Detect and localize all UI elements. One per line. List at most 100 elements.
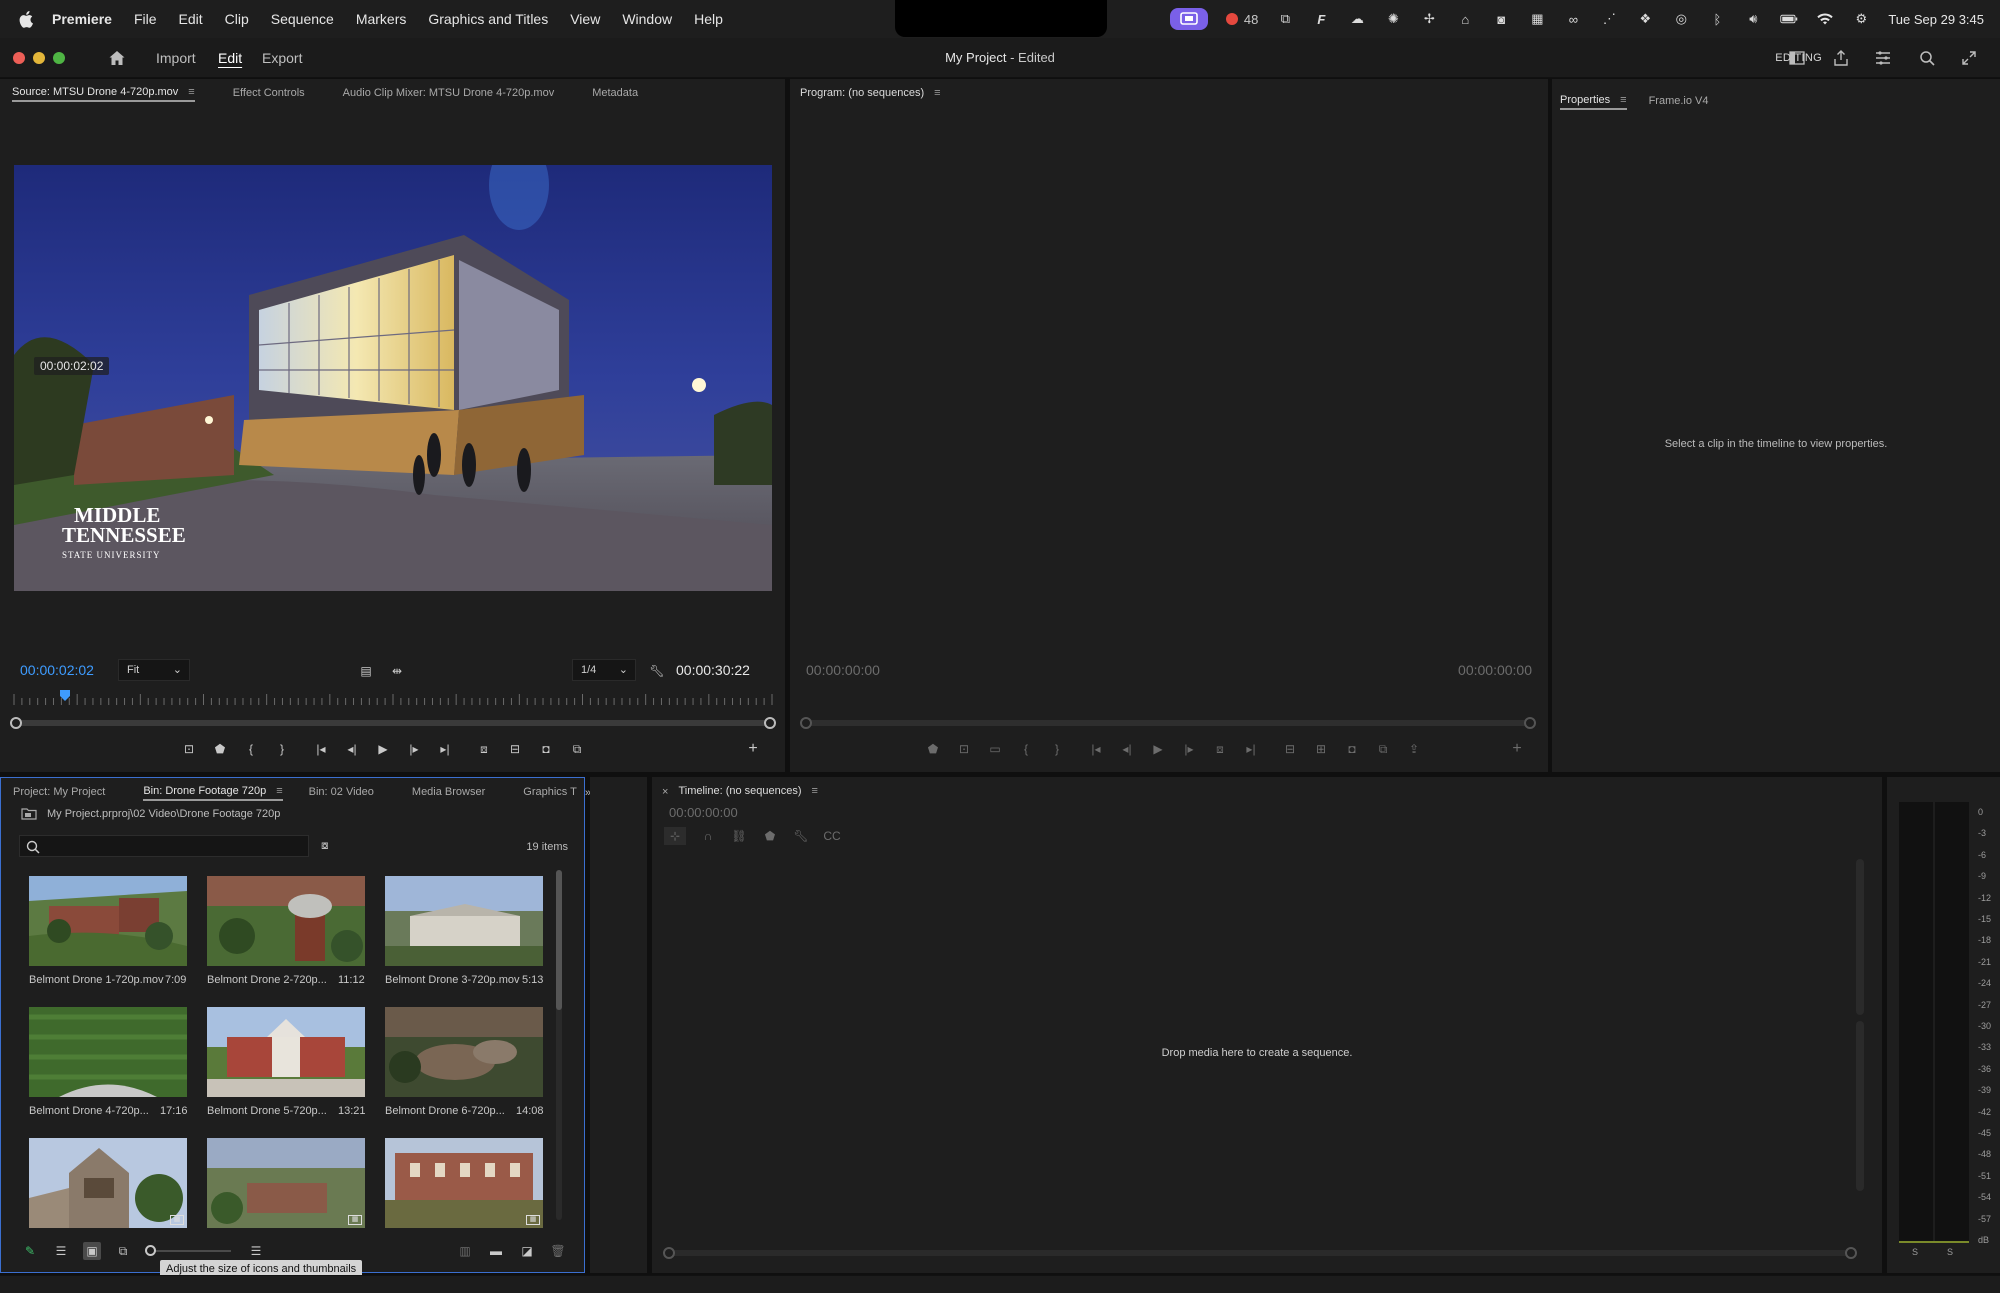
timeline-horizontal-scrollbar[interactable] xyxy=(663,1247,1857,1259)
clip-thumbnail-3[interactable] xyxy=(385,876,543,966)
tab-timeline[interactable]: Timeline: (no sequences) ≡ xyxy=(678,785,818,799)
fullscreen-icon[interactable] xyxy=(1960,49,1978,67)
export-frame-icon[interactable]: ◘ xyxy=(537,740,555,758)
mark-in-icon[interactable]: { xyxy=(242,740,260,758)
scrollbar-left-handle[interactable] xyxy=(800,717,812,729)
extract-icon[interactable]: ⊞ xyxy=(1312,740,1330,758)
tab-export[interactable]: Export xyxy=(262,50,302,66)
tab-project[interactable]: Project: My Project xyxy=(13,786,105,800)
video-tracks-scrollbar[interactable] xyxy=(1856,859,1864,1015)
menu-markers[interactable]: Markers xyxy=(356,11,407,27)
tab-program[interactable]: Program: (no sequences) ≡ xyxy=(800,87,941,101)
clip-thumbnail-1[interactable] xyxy=(29,876,187,966)
button-editor-plus-icon[interactable]: + xyxy=(744,740,762,758)
clip-thumbnail-8[interactable]: ▦ xyxy=(207,1138,365,1228)
list-view-icon[interactable]: ☰ xyxy=(52,1242,70,1260)
source-current-timecode[interactable]: 00:00:02:02 xyxy=(20,662,94,678)
menu-edit[interactable]: Edit xyxy=(179,11,203,27)
step-forward-icon[interactable]: |▸ xyxy=(405,740,423,758)
tab-import[interactable]: Import xyxy=(156,50,196,66)
camera-app-icon[interactable]: ◙ xyxy=(1492,11,1510,27)
panel-menu-icon[interactable]: ≡ xyxy=(812,785,818,797)
tab-graphics-templates[interactable]: Graphics T xyxy=(523,786,577,800)
panel-menu-icon[interactable]: ≡ xyxy=(188,86,194,98)
scrollbar-right-handle[interactable] xyxy=(1524,717,1536,729)
add-marker-icon[interactable]: ⬟ xyxy=(924,740,942,758)
layout-icon[interactable]: ▦ xyxy=(1528,11,1546,27)
bin-scrollbar-thumb[interactable] xyxy=(556,870,562,1010)
solo-right-button[interactable]: S xyxy=(1947,1247,1953,1257)
airdrop-icon[interactable]: ◎ xyxy=(1672,11,1690,27)
progress-dashboard-icon[interactable] xyxy=(1874,49,1892,67)
source-playhead[interactable] xyxy=(59,690,70,701)
home-icon[interactable] xyxy=(108,49,126,67)
clip-thumbnail-9[interactable]: ▦ xyxy=(385,1138,543,1228)
multicam-icon[interactable]: ⧉ xyxy=(1374,740,1392,758)
menu-window[interactable]: Window xyxy=(622,11,672,27)
clip-thumbnail-6[interactable] xyxy=(385,1007,543,1097)
program-zoom-scrollbar[interactable] xyxy=(800,717,1536,729)
apple-menu-icon[interactable] xyxy=(18,10,36,28)
control-center-icon[interactable]: ⚙ xyxy=(1852,11,1870,27)
workspace-panel-icon[interactable] xyxy=(1788,49,1806,67)
panel-menu-icon[interactable]: ≡ xyxy=(934,87,940,99)
captions-icon[interactable]: CC xyxy=(823,827,841,845)
automate-to-sequence-icon[interactable]: ▥ xyxy=(456,1242,474,1260)
safe-margins-icon[interactable]: ⧉ xyxy=(568,740,586,758)
menu-sequence[interactable]: Sequence xyxy=(271,11,334,27)
export-frame-icon[interactable]: ◘ xyxy=(1343,740,1361,758)
play-icon[interactable]: ▶ xyxy=(374,740,392,758)
comparison-view-icon[interactable]: ▭ xyxy=(986,740,1004,758)
menu-file[interactable]: File xyxy=(134,11,157,27)
tab-properties[interactable]: Properties ≡ xyxy=(1560,94,1627,110)
drag-video-audio-icon[interactable]: ⇹ xyxy=(388,662,406,680)
clip-thumbnail-5[interactable] xyxy=(207,1007,365,1097)
mark-out-icon[interactable]: } xyxy=(273,740,291,758)
freeform-view-icon[interactable]: ⧉ xyxy=(114,1242,132,1260)
trim-icon[interactable]: ⧈ xyxy=(1211,740,1229,758)
insert-overlay-icon[interactable]: ⊡ xyxy=(955,740,973,758)
scrollbar-left-handle[interactable] xyxy=(663,1247,675,1259)
bin-vertical-scrollbar[interactable] xyxy=(556,870,562,1220)
icon-view-icon[interactable]: ▣ xyxy=(83,1242,101,1260)
menu-view[interactable]: View xyxy=(570,11,600,27)
insert-icon[interactable]: ⧈ xyxy=(475,740,493,758)
share-icon[interactable] xyxy=(1832,49,1850,67)
tab-media-browser[interactable]: Media Browser xyxy=(412,786,485,800)
tab-effect-controls[interactable]: Effect Controls xyxy=(233,87,305,101)
add-marker-icon[interactable]: ⬟ xyxy=(211,740,229,758)
quick-export-icon[interactable]: ⇪ xyxy=(1405,740,1423,758)
thumbnail-size-slider[interactable] xyxy=(145,1242,233,1260)
wrench-settings-icon[interactable]: 🔧︎ xyxy=(648,662,666,680)
sparkle-icon[interactable]: ✺ xyxy=(1384,11,1402,27)
battery-icon[interactable] xyxy=(1780,11,1798,27)
insert-overlay-icon[interactable]: ⊡ xyxy=(180,740,198,758)
creative-cloud-icon[interactable]: ∞ xyxy=(1564,11,1582,27)
menu-graphics-and-titles[interactable]: Graphics and Titles xyxy=(428,11,548,27)
settings-panel-icon[interactable]: ▤ xyxy=(357,662,375,680)
pinwheel-icon[interactable]: ✢ xyxy=(1420,11,1438,27)
screenshot-icon[interactable]: ⧉ xyxy=(1276,11,1294,27)
screen-record-icon[interactable] xyxy=(1169,8,1208,30)
go-to-out-icon[interactable]: ▸| xyxy=(436,740,454,758)
scrollbar-right-handle[interactable] xyxy=(764,717,776,729)
volume-icon[interactable]: 🔊︎ xyxy=(1744,11,1762,27)
step-back-icon[interactable]: ◂| xyxy=(1118,740,1136,758)
bluetooth-icon[interactable]: ᛒ xyxy=(1708,11,1726,27)
app-menu-premiere[interactable]: Premiere xyxy=(52,11,112,27)
step-forward-icon[interactable]: |▸ xyxy=(1180,740,1198,758)
scrollbar-right-handle[interactable] xyxy=(1845,1247,1857,1259)
new-search-bin-icon[interactable]: ⧇ xyxy=(321,838,329,853)
button-editor-plus-icon[interactable]: + xyxy=(1508,740,1526,758)
go-to-in-icon[interactable]: |◂ xyxy=(312,740,330,758)
sort-icons-icon[interactable]: ☰ xyxy=(247,1242,265,1260)
tab-edit[interactable]: Edit xyxy=(218,50,242,66)
clip-thumbnail-2[interactable] xyxy=(207,876,365,966)
tab-bin-drone-footage[interactable]: Bin: Drone Footage 720p ≡ xyxy=(143,785,283,801)
lift-icon[interactable]: ⊟ xyxy=(1281,740,1299,758)
panel-menu-icon[interactable]: ≡ xyxy=(1620,94,1626,106)
playback-resolution-dropdown[interactable]: 1/4 ⌄ xyxy=(572,659,636,681)
close-window-button[interactable] xyxy=(13,52,25,64)
zoom-level-dropdown[interactable]: Fit ⌄ xyxy=(118,659,190,681)
source-zoom-scrollbar[interactable] xyxy=(10,717,776,729)
